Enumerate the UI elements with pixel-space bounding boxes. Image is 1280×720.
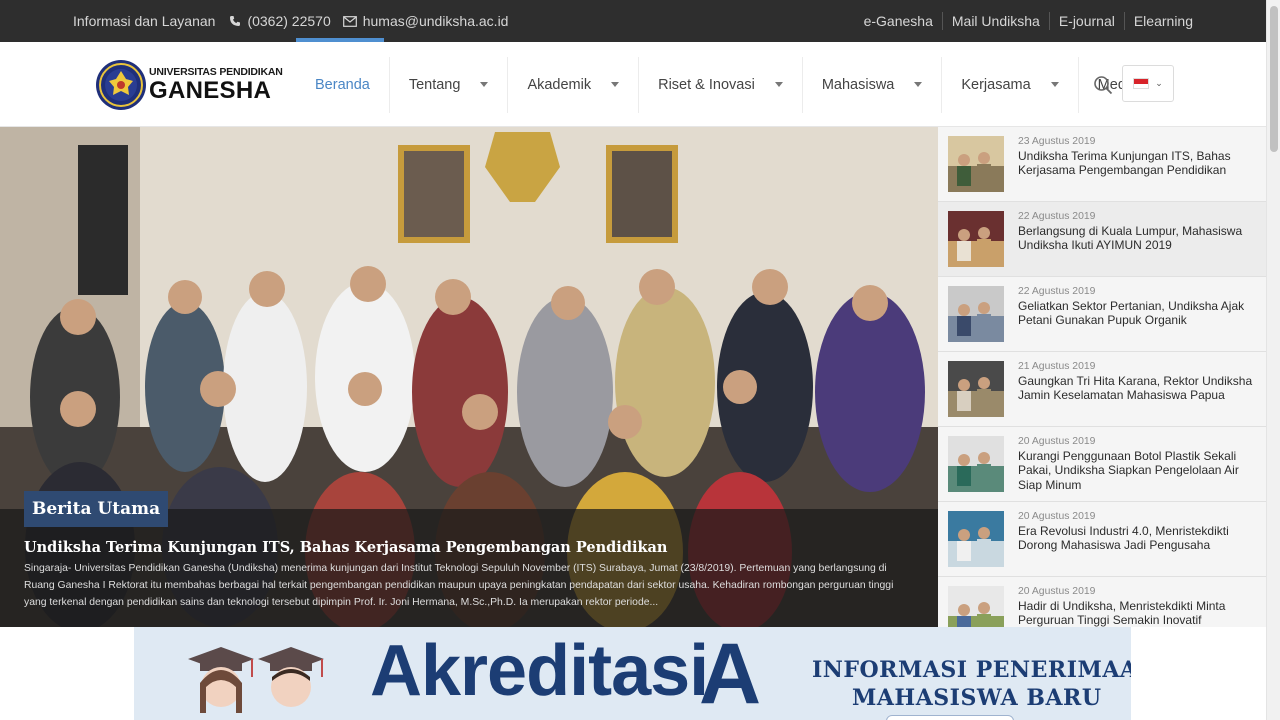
caret-down-icon bbox=[914, 82, 923, 87]
top-bar-contact: Informasi dan Layanan (0362) 22570 humas… bbox=[73, 0, 508, 42]
news-list-item[interactable]: 20 Agustus 2019 Kurangi Penggunaan Botol … bbox=[938, 427, 1266, 502]
top-bar: Informasi dan Layanan (0362) 22570 humas… bbox=[0, 0, 1266, 42]
phone-number: (0362) 22570 bbox=[247, 13, 331, 29]
news-thumbnail bbox=[948, 586, 1004, 627]
nav-label: Beranda bbox=[315, 76, 370, 93]
banner-section: Akreditasi A INFORMASI PENERIMAAN MAHASI… bbox=[0, 627, 1266, 720]
news-date: 20 Agustus 2019 bbox=[1018, 511, 1096, 522]
featured-news-description: Singaraja- Universitas Pendidikan Ganesh… bbox=[24, 563, 894, 608]
news-date: 23 Agustus 2019 bbox=[1018, 136, 1096, 147]
link-e-journal[interactable]: E-journal bbox=[1048, 12, 1124, 30]
news-thumbnail bbox=[948, 286, 1004, 342]
news-thumbnail bbox=[948, 436, 1004, 492]
link-e-ganesha[interactable]: e-Ganesha bbox=[855, 12, 942, 30]
phone-contact[interactable]: (0362) 22570 bbox=[229, 13, 331, 29]
phone-icon bbox=[230, 16, 241, 26]
caret-down-icon bbox=[774, 82, 783, 87]
nav-label: Kerjasama bbox=[961, 76, 1031, 93]
caret-down-icon bbox=[480, 82, 489, 87]
page: Informasi dan Layanan (0362) 22570 humas… bbox=[0, 0, 1280, 720]
news-list-item[interactable]: 22 Agustus 2019 Geliatkan Sektor Pertania… bbox=[938, 277, 1266, 352]
mail-icon bbox=[342, 15, 357, 27]
nav-label: Riset & Inovasi bbox=[658, 76, 755, 93]
news-thumbnail bbox=[948, 361, 1004, 417]
pmb-heading-line-1: INFORMASI PENERIMAAN bbox=[812, 657, 1131, 683]
logo-line-1: UNIVERSITAS PENDIDIKAN bbox=[149, 65, 283, 78]
featured-news-title[interactable]: Undiksha Terima Kunjungan ITS, Bahas Ker… bbox=[24, 539, 667, 556]
news-title[interactable]: Undiksha Terima Kunjungan ITS, Bahas Ker… bbox=[1018, 149, 1254, 178]
header: UNIVERSITAS PENDIDIKAN GANESHA Beranda T… bbox=[0, 42, 1266, 127]
graduate-girl-icon bbox=[188, 647, 254, 713]
main-nav: Beranda Tentang Akademik Riset & Inovasi… bbox=[296, 42, 1184, 127]
news-list-item[interactable]: 21 Agustus 2019 Gaungkan Tri Hita Karana,… bbox=[938, 352, 1266, 427]
berita-utama-badge: Berita Utama bbox=[24, 491, 169, 527]
news-date: 22 Agustus 2019 bbox=[1018, 286, 1096, 297]
nav-akademik[interactable]: Akademik bbox=[507, 56, 638, 113]
news-title[interactable]: Era Revolusi Industri 4.0, Menristekdikt… bbox=[1018, 524, 1254, 553]
news-thumbnail bbox=[948, 511, 1004, 567]
email-contact[interactable]: humas@undiksha.ac.id bbox=[342, 13, 509, 29]
nav-kerjasama[interactable]: Kerjasama bbox=[941, 56, 1077, 113]
news-title[interactable]: Berlangsung di Kuala Lumpur, Mahasiswa U… bbox=[1018, 224, 1254, 253]
nav-label: Tentang bbox=[408, 76, 461, 93]
nav-label: Mahasiswa bbox=[821, 76, 895, 93]
scrollbar-thumb[interactable] bbox=[1270, 6, 1278, 152]
nav-mahasiswa[interactable]: Mahasiswa bbox=[801, 56, 942, 113]
news-title[interactable]: Geliatkan Sektor Pertanian, Undiksha Aja… bbox=[1018, 299, 1254, 328]
news-thumbnail bbox=[948, 136, 1004, 192]
news-date: 21 Agustus 2019 bbox=[1018, 361, 1096, 372]
pmb-heading-line-2: MAHASISWA BARU bbox=[852, 685, 1102, 711]
graduate-boy-icon bbox=[258, 647, 324, 707]
news-date: 20 Agustus 2019 bbox=[1018, 586, 1096, 597]
nav-beranda[interactable]: Beranda bbox=[296, 57, 389, 113]
news-title[interactable]: Gaungkan Tri Hita Karana, Rektor Undiksh… bbox=[1018, 374, 1254, 403]
info-layanan-link[interactable]: Informasi dan Layanan bbox=[73, 13, 215, 29]
link-elearning[interactable]: Elearning bbox=[1123, 12, 1193, 30]
indonesia-flag-icon bbox=[1133, 78, 1150, 89]
akreditasi-text: Akreditasi bbox=[370, 631, 709, 711]
admission-banner[interactable]: Akreditasi A INFORMASI PENERIMAAN MAHASI… bbox=[134, 627, 1131, 720]
nav-riset-inovasi[interactable]: Riset & Inovasi bbox=[638, 56, 802, 113]
logo-text: UNIVERSITAS PENDIDIKAN GANESHA bbox=[149, 67, 283, 104]
news-thumbnail bbox=[948, 211, 1004, 267]
logo-line-2: GANESHA bbox=[149, 77, 272, 105]
search-icon[interactable] bbox=[1093, 75, 1113, 95]
link-mail-undiksha[interactable]: Mail Undiksha bbox=[941, 12, 1049, 30]
news-date: 22 Agustus 2019 bbox=[1018, 211, 1096, 222]
news-title[interactable]: Kurangi Penggunaan Botol Plastik Sekali … bbox=[1018, 449, 1254, 492]
news-title[interactable]: Hadir di Undiksha, Menristekdikti Minta … bbox=[1018, 599, 1254, 627]
undiksha-emblem-icon bbox=[96, 60, 146, 110]
top-bar-links: e-Ganesha Mail Undiksha E-journal Elearn… bbox=[855, 0, 1193, 42]
news-date: 20 Agustus 2019 bbox=[1018, 436, 1096, 447]
news-list-item[interactable]: 20 Agustus 2019 Era Revolusi Industri 4.0… bbox=[938, 502, 1266, 577]
news-list: 23 Agustus 2019 Undiksha Terima Kunjungan… bbox=[938, 127, 1266, 627]
banner-button[interactable] bbox=[886, 715, 1014, 720]
language-selector[interactable]: ⌄ bbox=[1122, 65, 1174, 102]
news-list-item[interactable]: 23 Agustus 2019 Undiksha Terima Kunjungan… bbox=[938, 127, 1266, 202]
caret-down-icon bbox=[1050, 82, 1059, 87]
page-scrollbar[interactable] bbox=[1266, 0, 1280, 720]
chevron-down-icon: ⌄ bbox=[1155, 78, 1163, 88]
email-address: humas@undiksha.ac.id bbox=[362, 13, 509, 29]
featured-news-slider[interactable]: Berita Utama Undiksha Terima Kunjungan I… bbox=[0, 127, 938, 627]
news-list-item[interactable]: 20 Agustus 2019 Hadir di Undiksha, Menris… bbox=[938, 577, 1266, 627]
site-logo[interactable]: UNIVERSITAS PENDIDIKAN GANESHA bbox=[95, 59, 283, 111]
nav-tentang[interactable]: Tentang bbox=[388, 56, 508, 113]
nav-label: Akademik bbox=[527, 76, 592, 93]
akreditasi-grade: A bbox=[699, 627, 762, 720]
caret-down-icon bbox=[611, 82, 620, 87]
news-list-item[interactable]: 22 Agustus 2019 Berlangsung di Kuala Lump… bbox=[938, 202, 1266, 277]
